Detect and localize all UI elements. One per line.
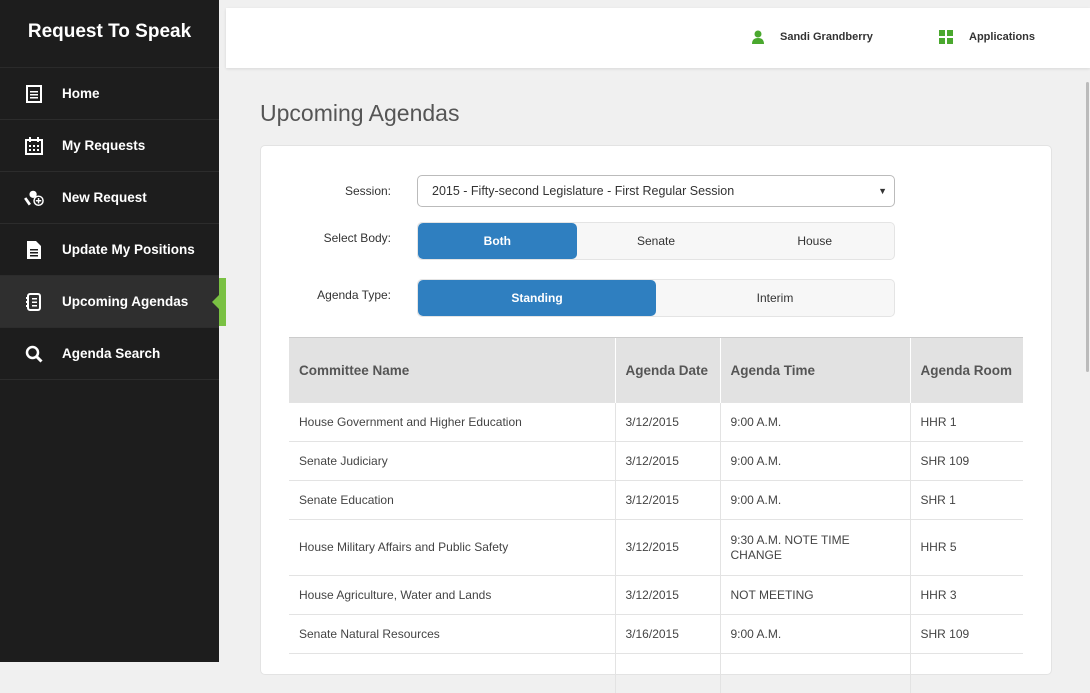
table-row[interactable]: House Agriculture, Water and Lands 3/12/… bbox=[289, 575, 1023, 615]
table-row[interactable] bbox=[289, 653, 1023, 693]
cell-date: 3/16/2015 bbox=[614, 614, 720, 654]
sidebar-item-upcoming-agendas[interactable]: Upcoming Agendas bbox=[0, 276, 226, 328]
column-header-time[interactable]: Agenda Time bbox=[719, 337, 910, 403]
column-header-committee[interactable]: Committee Name bbox=[289, 337, 615, 403]
session-value: 2015 - Fifty-second Legislature - First … bbox=[432, 184, 735, 198]
sidebar-item-label: Upcoming Agendas bbox=[62, 294, 189, 309]
cell-time: 9:00 A.M. bbox=[719, 614, 910, 654]
table-header-row: Committee Name Agenda Date Agenda Time A… bbox=[289, 337, 1023, 403]
cell-committee: House Agriculture, Water and Lands bbox=[289, 575, 615, 615]
cell-room: HHR 3 bbox=[909, 575, 1023, 615]
type-option-standing[interactable]: Standing bbox=[418, 280, 656, 316]
body-option-both[interactable]: Both bbox=[418, 223, 577, 259]
select-body-label: Select Body: bbox=[323, 231, 391, 245]
grid-icon bbox=[939, 30, 953, 44]
sidebar-item-label: My Requests bbox=[62, 138, 146, 153]
agenda-table: Committee Name Agenda Date Agenda Time A… bbox=[289, 337, 1023, 693]
cell-room: SHR 1 bbox=[909, 480, 1023, 520]
sidebar-item-new-request[interactable]: New Request bbox=[0, 172, 219, 224]
cell-time: 9:00 A.M. bbox=[719, 441, 910, 481]
agenda-type-label: Agenda Type: bbox=[317, 288, 391, 302]
body-selector: Both Senate House bbox=[417, 222, 895, 260]
new-request-microphone-icon bbox=[24, 188, 44, 208]
cell-date: 3/12/2015 bbox=[614, 480, 720, 520]
type-option-interim[interactable]: Interim bbox=[656, 280, 894, 316]
app-title[interactable]: Request To Speak bbox=[0, 0, 219, 68]
page-title: Upcoming Agendas bbox=[260, 100, 460, 126]
sidebar-item-label: Home bbox=[62, 86, 100, 101]
sidebar-item-update-positions[interactable]: Update My Positions bbox=[0, 224, 219, 276]
cell-time bbox=[719, 653, 910, 693]
agenda-icon bbox=[24, 292, 44, 312]
column-header-date[interactable]: Agenda Date bbox=[614, 337, 720, 403]
calendar-icon bbox=[24, 136, 44, 156]
sidebar: Request To Speak Home My Requests New Re… bbox=[0, 0, 226, 662]
table-row[interactable]: Senate Education 3/12/2015 9:00 A.M. SHR… bbox=[289, 480, 1023, 520]
table-row[interactable]: Senate Natural Resources 3/16/2015 9:00 … bbox=[289, 614, 1023, 654]
table-row[interactable]: House Military Affairs and Public Safety… bbox=[289, 519, 1023, 576]
document-icon bbox=[24, 240, 44, 260]
body-option-senate[interactable]: Senate bbox=[577, 223, 736, 259]
cell-room: SHR 109 bbox=[909, 441, 1023, 481]
top-header: Sandi Grandberry Applications bbox=[226, 8, 1090, 68]
cell-committee: Senate Education bbox=[289, 480, 615, 520]
sidebar-item-label: New Request bbox=[62, 190, 147, 205]
cell-room: HHR 5 bbox=[909, 519, 1023, 576]
cell-committee: Senate Natural Resources bbox=[289, 614, 615, 654]
user-menu[interactable]: Sandi Grandberry bbox=[752, 30, 873, 44]
sidebar-item-label: Update My Positions bbox=[62, 242, 195, 257]
cell-committee: Senate Judiciary bbox=[289, 441, 615, 481]
cell-time: 9:00 A.M. bbox=[719, 402, 910, 442]
cell-date bbox=[614, 653, 720, 693]
cell-committee: House Government and Higher Education bbox=[289, 402, 615, 442]
cell-date: 3/12/2015 bbox=[614, 575, 720, 615]
cell-committee: House Military Affairs and Public Safety bbox=[289, 519, 615, 576]
caret-down-icon: ▼ bbox=[878, 186, 887, 196]
sidebar-item-my-requests[interactable]: My Requests bbox=[0, 120, 219, 172]
home-list-icon bbox=[24, 84, 44, 104]
cell-room: HHR 1 bbox=[909, 402, 1023, 442]
column-header-room[interactable]: Agenda Room bbox=[909, 337, 1023, 403]
applications-label: Applications bbox=[969, 31, 1036, 43]
sidebar-item-label: Agenda Search bbox=[62, 346, 161, 361]
body-option-house[interactable]: House bbox=[735, 223, 894, 259]
session-label: Session: bbox=[344, 184, 391, 198]
cell-date: 3/12/2015 bbox=[614, 519, 720, 576]
sidebar-item-agenda-search[interactable]: Agenda Search bbox=[0, 328, 219, 380]
agenda-panel: Session: 2015 - Fifty-second Legislature… bbox=[260, 145, 1052, 693]
cell-room: SHR 109 bbox=[909, 614, 1023, 654]
table-row[interactable]: House Government and Higher Education 3/… bbox=[289, 402, 1023, 442]
cell-committee bbox=[289, 653, 615, 693]
cell-time: 9:30 A.M. NOTE TIME CHANGE bbox=[719, 519, 910, 576]
search-icon bbox=[24, 344, 44, 364]
session-select[interactable]: 2015 - Fifty-second Legislature - First … bbox=[417, 175, 895, 207]
user-icon bbox=[752, 30, 764, 44]
page-scrollbar[interactable] bbox=[1086, 82, 1089, 372]
cell-time: NOT MEETING bbox=[719, 575, 910, 615]
applications-menu[interactable]: Applications bbox=[939, 30, 1035, 44]
user-name: Sandi Grandberry bbox=[780, 31, 873, 43]
cell-room bbox=[909, 653, 1023, 693]
cell-date: 3/12/2015 bbox=[614, 441, 720, 481]
cell-time: 9:00 A.M. bbox=[719, 480, 910, 520]
cell-date: 3/12/2015 bbox=[614, 402, 720, 442]
table-row[interactable]: Senate Judiciary 3/12/2015 9:00 A.M. SHR… bbox=[289, 441, 1023, 481]
agenda-type-selector: Standing Interim bbox=[417, 279, 895, 317]
sidebar-item-home[interactable]: Home bbox=[0, 68, 219, 120]
